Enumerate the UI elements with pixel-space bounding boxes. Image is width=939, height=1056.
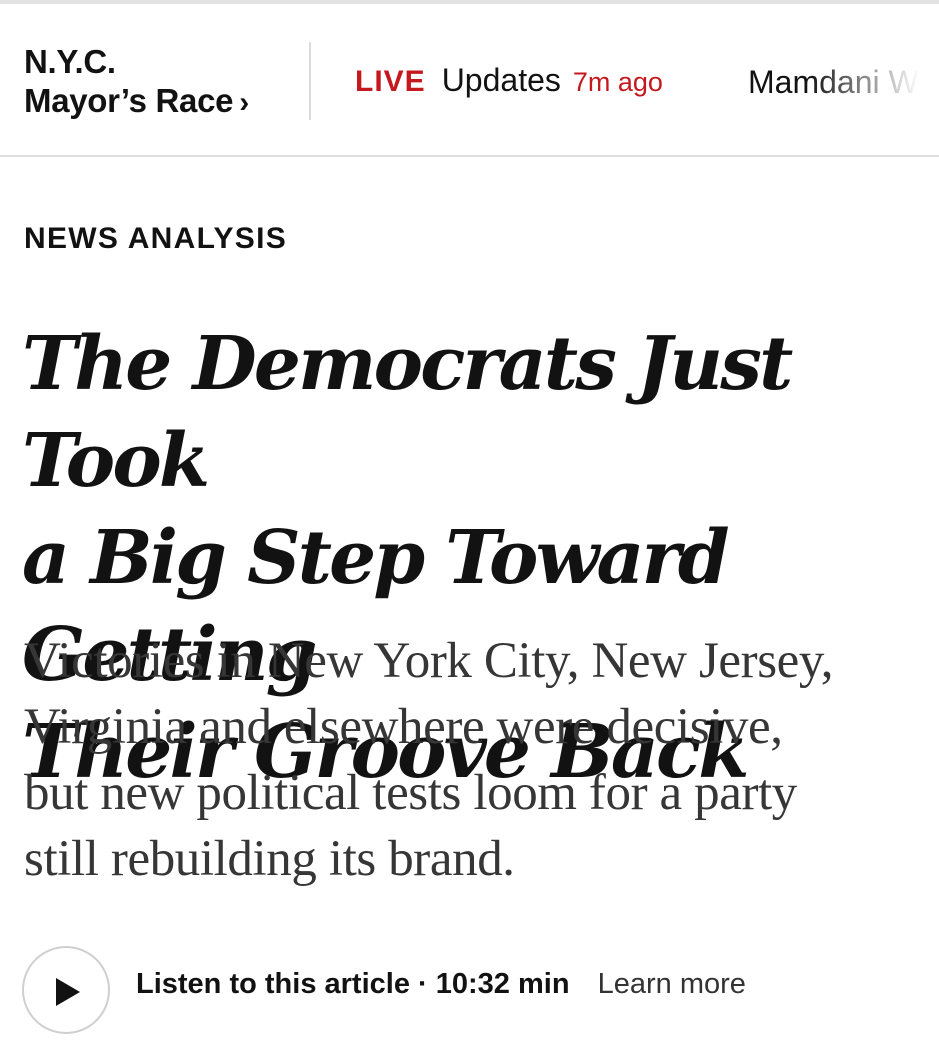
story-nav-bar: N.Y.C. Mayor’s Race › LIVE Updates 7m ago… [0, 4, 939, 157]
listen-duration: 10:32 min [435, 968, 570, 1000]
article-kicker: NEWS ANALYSIS [24, 222, 288, 255]
headline-line-1: The Democrats Just Took [22, 321, 793, 504]
live-badge: LIVE [355, 65, 426, 98]
article-summary: Victories in New York City, New Jersey, V… [24, 628, 924, 892]
play-button[interactable] [22, 946, 110, 1034]
summary-line-2: Virginia and elsewhere were decisive, [24, 699, 783, 755]
section-link-line-2: Mayor’s Race › [24, 81, 249, 122]
listen-separator: · [418, 968, 428, 1000]
learn-more-link[interactable]: Learn more [598, 968, 746, 1000]
related-story-link[interactable]: Mamdani Wins [748, 64, 939, 101]
summary-line-4: still rebuilding its brand. [24, 831, 515, 887]
listen-label[interactable]: Listen to this article [136, 968, 410, 1000]
nav-divider [309, 42, 311, 120]
chevron-right-icon: › [239, 86, 249, 119]
listen-info: Listen to this article · 10:32 min Learn… [136, 968, 746, 1001]
live-updates-label: Updates [441, 62, 561, 98]
live-updates-link[interactable]: LIVE Updates 7m ago [355, 62, 663, 99]
audio-player: Listen to this article · 10:32 min Learn… [22, 946, 932, 1056]
live-updates-timestamp: 7m ago [572, 67, 663, 97]
section-link-line-1: N.Y.C. [24, 43, 116, 80]
section-link-label: Mayor’s Race [24, 82, 234, 119]
play-icon [56, 978, 80, 1006]
summary-line-3: but new political tests loom for a party [24, 765, 797, 821]
section-link-mayors-race[interactable]: N.Y.C. Mayor’s Race › [24, 42, 249, 122]
summary-line-1: Victories in New York City, New Jersey, [24, 633, 834, 689]
